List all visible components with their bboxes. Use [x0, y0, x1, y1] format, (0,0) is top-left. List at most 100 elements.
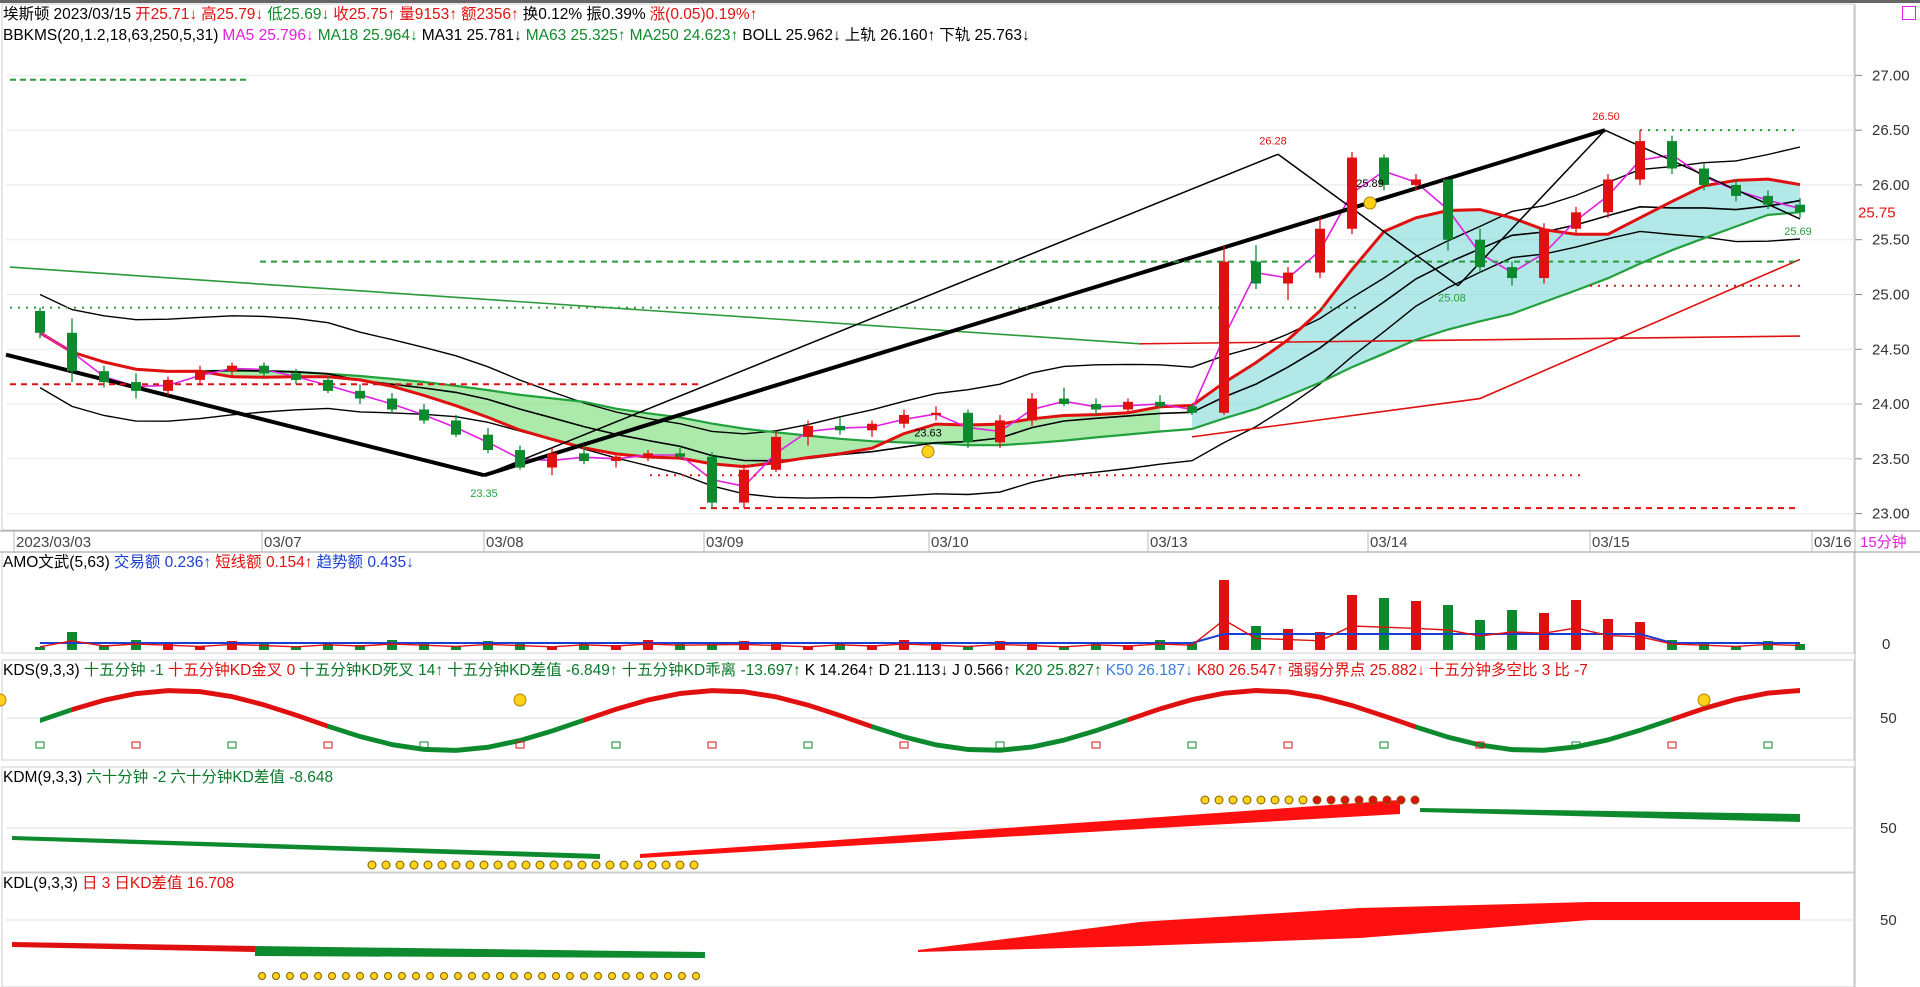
candle-body — [643, 453, 653, 457]
kds-band — [1096, 717, 1128, 734]
kds-d-value: D 21.113↓ — [878, 662, 949, 679]
kds-smiley-icon — [513, 693, 527, 707]
candle-body — [707, 456, 717, 503]
kdl-dot — [678, 972, 686, 980]
amo-name: AMO文武(5,63) — [3, 554, 110, 571]
kds-band — [744, 689, 776, 700]
candle-body — [1475, 239, 1485, 268]
kds-small-box — [995, 741, 1005, 749]
candle-body — [1763, 195, 1773, 205]
kdl-dot — [454, 972, 462, 980]
candle-body — [1411, 179, 1421, 185]
amo-trade: 交易额 0.236↑ — [113, 554, 212, 571]
window-restore-icon[interactable] — [1902, 6, 1916, 20]
kds-band — [904, 734, 936, 748]
kds-small-box — [1187, 741, 1197, 749]
amo-short: 短线额 0.154↑ — [215, 554, 313, 571]
date-label: 03/08 — [486, 534, 524, 551]
kdm-dot — [1284, 795, 1294, 805]
ma-cloud-bear — [40, 332, 1160, 467]
kds-band — [936, 742, 968, 753]
kdl-dot — [552, 972, 560, 980]
candle-body — [1059, 398, 1069, 405]
kds-band — [1256, 688, 1288, 695]
candle-body — [1699, 168, 1709, 185]
ma250-value: MA250 24.623↑ — [629, 27, 739, 44]
price-annotation: 23.35 — [470, 488, 498, 500]
kds-band — [1320, 694, 1352, 709]
kdm-dot — [1354, 795, 1364, 805]
kdl-dot — [538, 972, 546, 980]
price-axis-label: 26.00 — [1872, 177, 1910, 194]
turnover: 换0.12% — [522, 6, 583, 23]
kds-axis-label: 50 — [1880, 710, 1897, 727]
kdl-dot — [300, 972, 308, 980]
price-axis-label: 26.50 — [1872, 122, 1910, 139]
kdm-bear-band — [12, 836, 600, 859]
date-label: 03/14 — [1370, 534, 1408, 551]
ma5-value: MA5 25.796↓ — [222, 27, 314, 44]
candle-body — [1251, 261, 1261, 284]
kdl-dot — [426, 972, 434, 980]
kds-band — [808, 702, 840, 719]
kdl-dot — [594, 972, 602, 980]
price-axis-label: 23.00 — [1872, 506, 1910, 523]
kdl-dot — [286, 972, 294, 980]
kdm-dot — [647, 860, 657, 870]
kds-small-box — [323, 741, 333, 749]
kdl-a: 日 3 — [81, 875, 111, 892]
kds-e: 十五分钟KD乖离 -13.697↑ — [621, 662, 801, 679]
candle-body — [1603, 179, 1613, 213]
boll-upper: 上轨 26.160↑ — [844, 27, 936, 44]
ma63-value: MA63 25.325↑ — [525, 27, 626, 44]
amplitude: 振0.39% — [586, 6, 646, 23]
kdm-tail-band — [1420, 808, 1800, 822]
kdm-axis-label: 50 — [1880, 820, 1897, 837]
kds-band — [968, 747, 1000, 753]
ma31-value: MA31 25.781↓ — [421, 27, 522, 44]
kds-band — [168, 688, 200, 695]
kdl-dot — [580, 972, 588, 980]
amo-bar — [1379, 598, 1389, 650]
amo-header: AMO文武(5,63) 交易额 0.236↑ 短线额 0.154↑ 趋势额 0.435… — [3, 553, 418, 572]
kdl-dot — [328, 972, 336, 980]
kds-small-box — [1667, 741, 1677, 749]
kdm-dot — [591, 860, 601, 870]
price-annotation: 26.50 — [1592, 111, 1620, 123]
kds-small-box — [707, 741, 717, 749]
kdm-dot — [1270, 795, 1280, 805]
kds-small-box — [1091, 741, 1101, 749]
kdm-b: 六十分钟KD差值 -8.648 — [170, 769, 334, 786]
kds-band — [1384, 713, 1416, 730]
price-axis-label: 25.50 — [1872, 232, 1910, 249]
kds-band — [1160, 697, 1192, 712]
candle-body — [1027, 398, 1037, 421]
candle-body — [1507, 267, 1517, 279]
kdl-dot — [636, 972, 644, 980]
candle-body — [67, 332, 77, 372]
kds-j: J 0.566↑ — [952, 662, 1011, 679]
kds-band — [1352, 703, 1384, 719]
date-label: 03/13 — [1150, 534, 1188, 551]
amo-bar — [1443, 605, 1453, 650]
kdl-dot — [258, 972, 266, 980]
kdm-dot — [409, 860, 419, 870]
candle-body — [195, 371, 205, 380]
kds-band — [776, 694, 808, 708]
price-axis-label: 23.50 — [1872, 451, 1910, 468]
amo-bar — [1571, 600, 1581, 650]
kdl-axis-label: 50 — [1880, 912, 1897, 929]
amo-bar — [35, 647, 45, 650]
kdm-dot — [605, 860, 615, 870]
kds-band — [328, 723, 360, 739]
candle-body — [835, 425, 845, 431]
kds-band — [104, 691, 136, 703]
close-price: 收25.75↑ — [333, 6, 396, 23]
amo-bar — [131, 640, 141, 650]
kds-small-box — [35, 741, 45, 749]
amo-trend: 趋势额 0.435↓ — [316, 554, 414, 571]
date-label: 03/10 — [931, 534, 969, 551]
kds-band — [136, 688, 168, 697]
kds-band — [1672, 706, 1704, 722]
chart-canvas[interactable]: 27.00 26.50 26.00 25.50 25.00 24.50 24.00 23.50… — [0, 0, 1920, 987]
